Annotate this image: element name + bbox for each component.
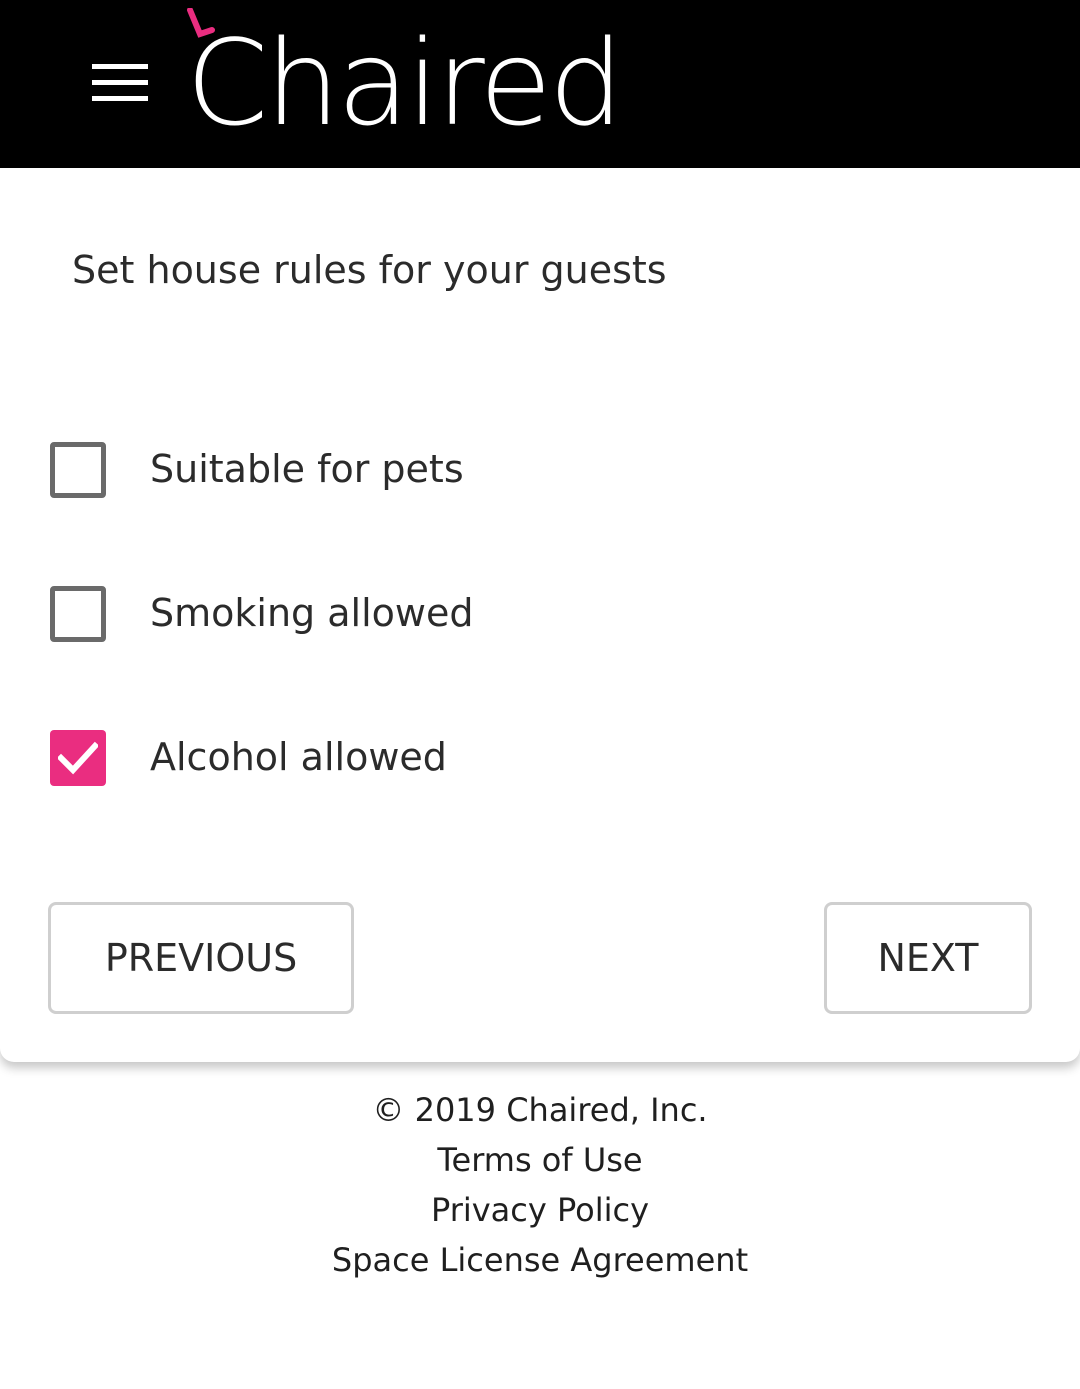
checkbox-smoking-allowed[interactable] bbox=[50, 586, 106, 642]
option-label: Suitable for pets bbox=[150, 447, 464, 491]
space-license-agreement-link[interactable]: Space License Agreement bbox=[0, 1235, 1080, 1285]
previous-button[interactable]: PREVIOUS bbox=[48, 902, 354, 1014]
checkmark-icon bbox=[58, 741, 98, 775]
option-label: Smoking allowed bbox=[150, 591, 474, 635]
top-bar: Chaired bbox=[0, 0, 1080, 168]
checkbox-alcohol-allowed[interactable] bbox=[50, 730, 106, 786]
checkbox-suitable-for-pets[interactable] bbox=[50, 442, 106, 498]
logo-accent-mark-icon bbox=[187, 8, 215, 38]
next-button[interactable]: NEXT bbox=[824, 902, 1032, 1014]
option-label: Alcohol allowed bbox=[150, 735, 447, 779]
page-title: Set house rules for your guests bbox=[72, 248, 667, 292]
hamburger-menu-icon[interactable] bbox=[92, 64, 148, 102]
terms-of-use-link[interactable]: Terms of Use bbox=[0, 1135, 1080, 1185]
footer: © 2019 Chaired, Inc. Terms of Use Privac… bbox=[0, 1085, 1080, 1285]
option-smoking-allowed[interactable]: Smoking allowed bbox=[50, 586, 750, 642]
brand-logo-text: Chaired bbox=[186, 14, 624, 152]
privacy-policy-link[interactable]: Privacy Policy bbox=[0, 1185, 1080, 1235]
option-suitable-for-pets[interactable]: Suitable for pets bbox=[50, 442, 750, 498]
house-rules-card: Set house rules for your guests Suitable… bbox=[0, 168, 1080, 1062]
copyright-text: © 2019 Chaired, Inc. bbox=[372, 1091, 708, 1129]
option-alcohol-allowed[interactable]: Alcohol allowed bbox=[50, 730, 750, 786]
